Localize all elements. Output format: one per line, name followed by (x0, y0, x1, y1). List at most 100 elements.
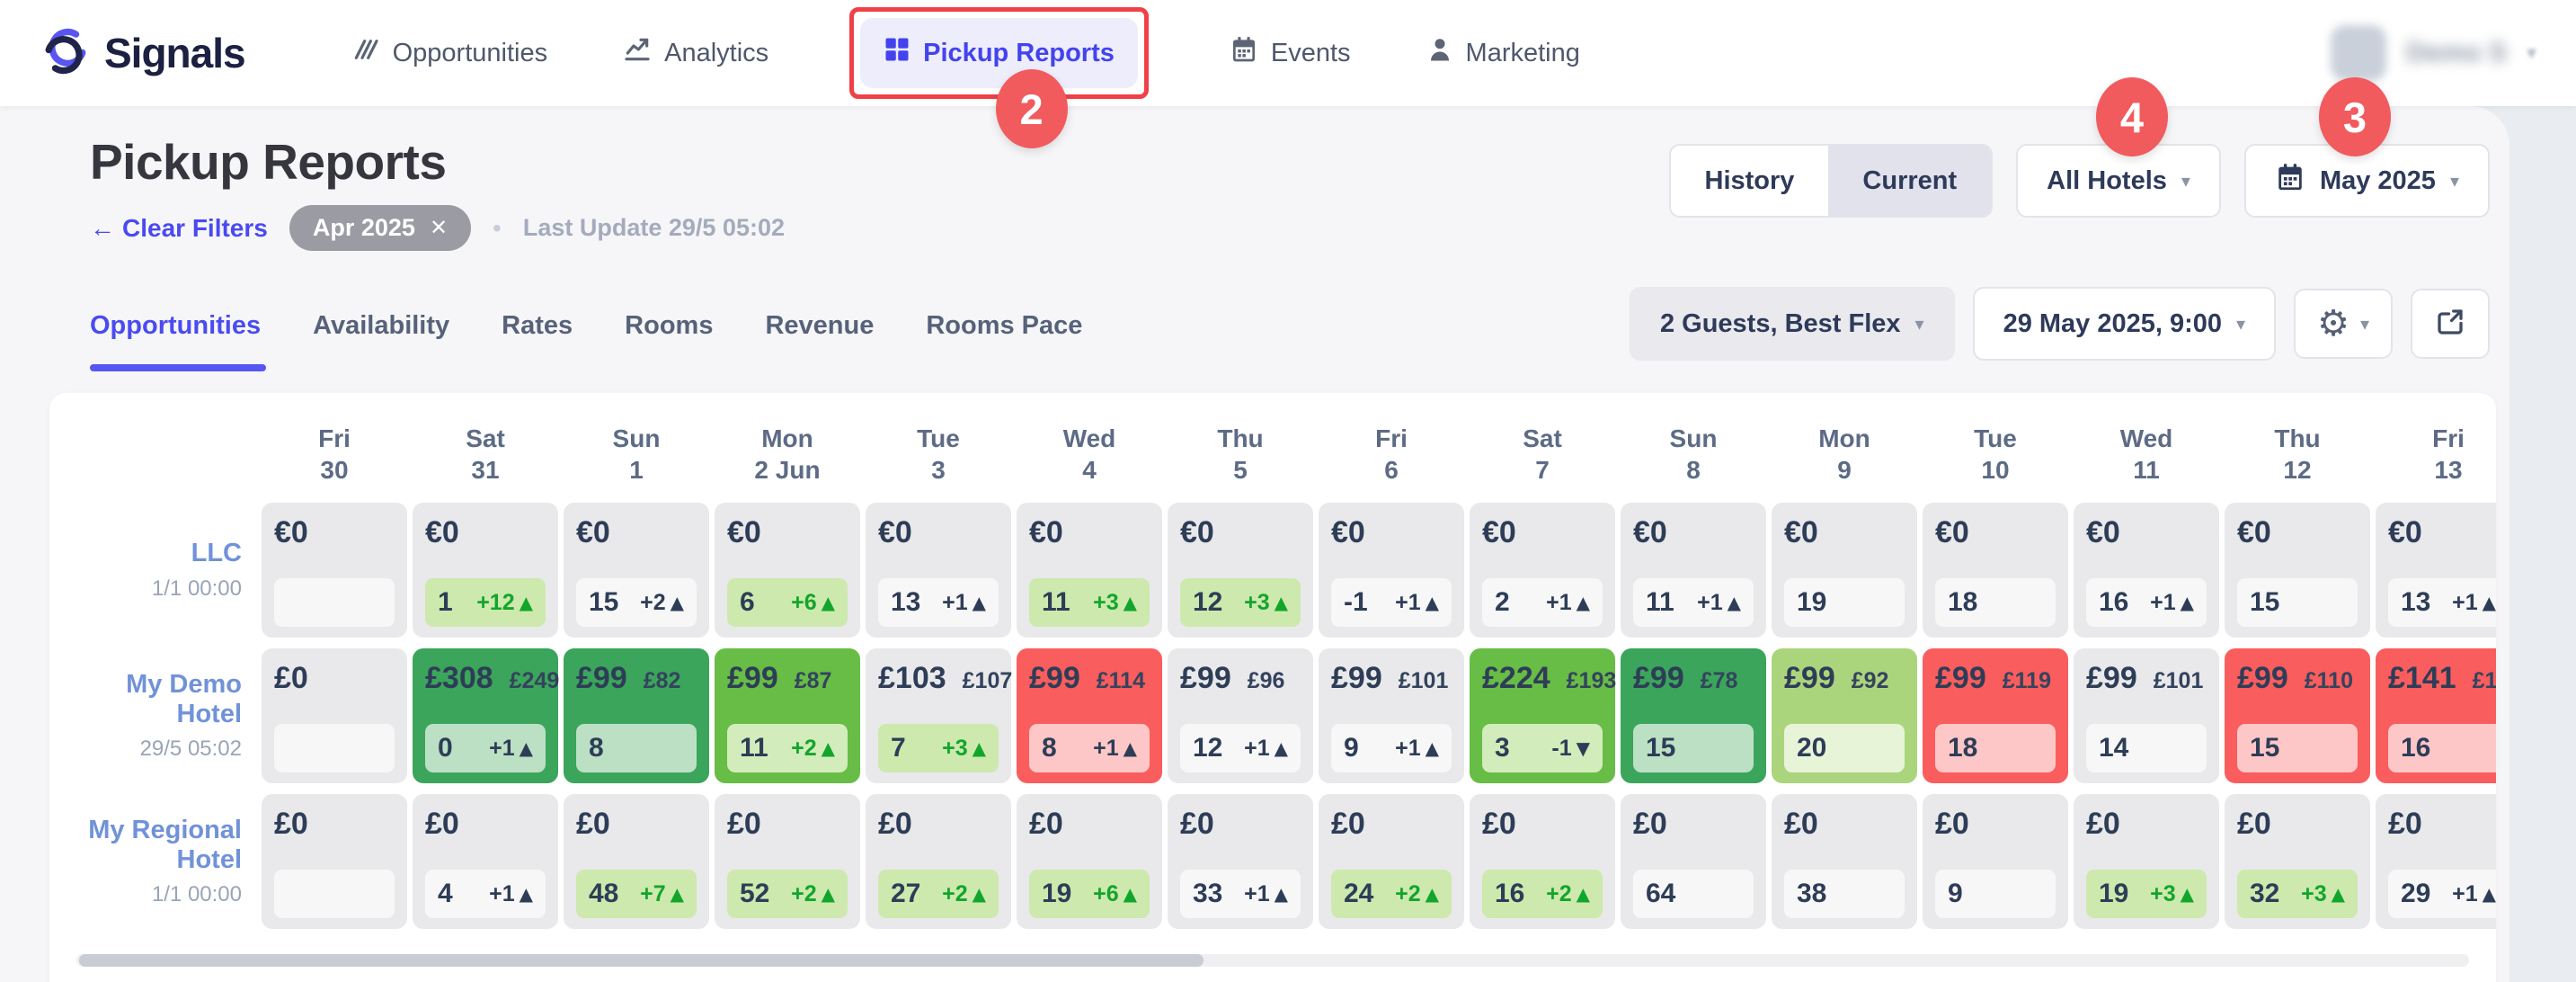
cell-pickup-count: 8 (1042, 733, 1057, 763)
settings-button[interactable]: ⚙ ▾ (2294, 289, 2393, 359)
guests-filter-dropdown[interactable]: 2 Guests, Best Flex ▾ (1630, 287, 1955, 361)
pickup-cell[interactable]: £024+2▲ (1319, 794, 1464, 929)
pickup-cell[interactable]: £027+2▲ (866, 794, 1011, 929)
cell-price: €0 (1331, 515, 1365, 550)
month-picker[interactable]: May 2025 ▾ (2244, 144, 2490, 218)
pickup-cell[interactable]: £99£11918 (1923, 648, 2068, 783)
pickup-cell[interactable]: £019+6▲ (1017, 794, 1162, 929)
pickup-cell[interactable]: £99£7815 (1621, 648, 1766, 783)
nav-item-opportunities[interactable]: Opportunities (351, 35, 548, 71)
pickup-cell[interactable]: £99£10114 (2074, 648, 2219, 783)
cell-change-indicator: +1▲ (1093, 736, 1137, 762)
clear-filters-link[interactable]: ←Clear Filters (90, 214, 268, 243)
datetime-dropdown[interactable]: 29 May 2025, 9:00 ▾ (1973, 287, 2277, 361)
current-toggle-option[interactable]: Current (1828, 146, 1991, 216)
pickup-cell[interactable]: £99£1019+1▲ (1319, 648, 1464, 783)
triangle-up-icon: ▲ (1275, 883, 1288, 905)
tab-rooms-pace[interactable]: Rooms Pace (926, 311, 1082, 344)
pickup-cell[interactable]: €01+12▲ (413, 503, 558, 638)
pickup-cell[interactable]: £308£2490+1▲ (413, 648, 558, 783)
pickup-cell[interactable]: £09 (1923, 794, 2068, 929)
cell-pickup-sub: 4+1▲ (425, 870, 546, 918)
nav-item-pickup-reports[interactable]: Pickup Reports (860, 18, 1138, 88)
cell-pickup-count: 33 (1193, 879, 1222, 909)
nav-item-marketing[interactable]: Marketing (1426, 36, 1580, 70)
tab-revenue[interactable]: Revenue (765, 311, 874, 344)
tab-opportunities[interactable]: Opportunities (90, 311, 261, 344)
cell-price: £0 (2086, 807, 2120, 842)
pickup-cell[interactable]: €019 (1772, 503, 1917, 638)
user-menu[interactable]: Demo S ▾ (2331, 25, 2536, 81)
close-icon[interactable]: ✕ (430, 215, 448, 241)
cell-change-indicator: +3▲ (2301, 881, 2345, 907)
cell-price: £0 (1331, 807, 1365, 842)
pickup-cell[interactable]: €011+3▲ (1017, 503, 1162, 638)
cell-pickup-sub: 9 (1935, 870, 2056, 918)
pickup-cell[interactable]: £103£1077+3▲ (866, 648, 1011, 783)
triangle-up-icon: ▲ (1124, 737, 1137, 759)
pickup-cell[interactable]: £052+2▲ (715, 794, 860, 929)
hotel-name-link[interactable]: LLC (191, 539, 242, 568)
hotel-name-link[interactable]: My Regional Hotel (67, 816, 242, 876)
pickup-cell[interactable]: £016+2▲ (1470, 794, 1615, 929)
left-arrow-icon: ← (90, 214, 115, 243)
pickup-cell[interactable]: €015 (2225, 503, 2370, 638)
pickup-cell[interactable]: £99£828 (564, 648, 709, 783)
pickup-cell[interactable]: €018 (1923, 503, 2068, 638)
pickup-cell[interactable]: €0 (262, 503, 407, 638)
cell-price: £0 (1633, 807, 1667, 842)
tab-rooms[interactable]: Rooms (625, 311, 713, 344)
pickup-cell[interactable]: £0 (262, 794, 407, 929)
cell-pickup-sub: 12+3▲ (1180, 578, 1301, 627)
pickup-cell[interactable]: £99£1148+1▲ (1017, 648, 1162, 783)
pickup-cell[interactable]: €011+1▲ (1621, 503, 1766, 638)
cell-pickup-sub: 6+6▲ (727, 578, 848, 627)
history-current-toggle: History Current (1669, 144, 1994, 218)
scrollbar-thumb[interactable] (79, 954, 1204, 967)
pickup-cell[interactable]: £99£11015 (2225, 648, 2370, 783)
pickup-cell[interactable]: £141£16616 (2376, 648, 2496, 783)
pickup-cell[interactable]: £064 (1621, 794, 1766, 929)
pickup-cell[interactable]: £048+7▲ (564, 794, 709, 929)
cell-change-indicator: +1▲ (2452, 881, 2496, 907)
pickup-cell[interactable]: €02+1▲ (1470, 503, 1615, 638)
pickup-cell[interactable]: £99£8711+2▲ (715, 648, 860, 783)
hotel-row-label[interactable]: My Regional Hotel1/1 00:00 (67, 794, 256, 929)
pickup-cell[interactable]: €013+1▲ (2376, 503, 2496, 638)
pickup-cell[interactable]: €0-1+1▲ (1319, 503, 1464, 638)
nav-item-analytics[interactable]: Analytics (623, 35, 768, 71)
pickup-cell[interactable]: €012+3▲ (1168, 503, 1313, 638)
pickup-cell[interactable]: €06+6▲ (715, 503, 860, 638)
export-button[interactable] (2411, 289, 2490, 359)
cell-comparison-price: £82 (644, 668, 681, 694)
cell-pickup-count: 15 (2250, 733, 2279, 763)
pickup-cell[interactable]: £99£9220 (1772, 648, 1917, 783)
pickup-cell[interactable]: €016+1▲ (2074, 503, 2219, 638)
pickup-cell[interactable]: £99£9612+1▲ (1168, 648, 1313, 783)
tab-rates[interactable]: Rates (502, 311, 573, 344)
pickup-cell[interactable]: £224£1933-1▼ (1470, 648, 1615, 783)
signals-logo-icon (40, 25, 92, 82)
chevron-down-icon: ▾ (2450, 170, 2459, 192)
filter-chip-apr-2025[interactable]: Apr 2025 ✕ (289, 205, 471, 251)
pickup-cell[interactable]: £029+1▲ (2376, 794, 2496, 929)
nav-item-events[interactable]: Events (1230, 35, 1351, 71)
cell-change-indicator: -1▼ (1551, 736, 1590, 762)
app-logo[interactable]: Signals (40, 25, 245, 82)
pickup-cell[interactable]: €015+2▲ (564, 503, 709, 638)
pickup-cell[interactable]: £0 (262, 648, 407, 783)
pickup-cell[interactable]: £019+3▲ (2074, 794, 2219, 929)
hotel-row-label[interactable]: My Demo Hotel29/5 05:02 (67, 648, 256, 783)
pickup-cell[interactable]: €013+1▲ (866, 503, 1011, 638)
hotel-name-link[interactable]: My Demo Hotel (67, 670, 242, 730)
top-nav: Signals Opportunities Analytics (0, 0, 2576, 106)
pickup-cell[interactable]: £04+1▲ (413, 794, 558, 929)
pickup-cell[interactable]: £038 (1772, 794, 1917, 929)
all-hotels-dropdown[interactable]: All Hotels ▾ (2016, 144, 2221, 218)
history-toggle-option[interactable]: History (1671, 146, 1829, 216)
pickup-cell[interactable]: £033+1▲ (1168, 794, 1313, 929)
pickup-cell[interactable]: £032+3▲ (2225, 794, 2370, 929)
hotel-row-label[interactable]: LLC1/1 00:00 (67, 503, 256, 638)
tab-availability[interactable]: Availability (313, 311, 449, 344)
triangle-down-icon: ▼ (1577, 737, 1590, 759)
